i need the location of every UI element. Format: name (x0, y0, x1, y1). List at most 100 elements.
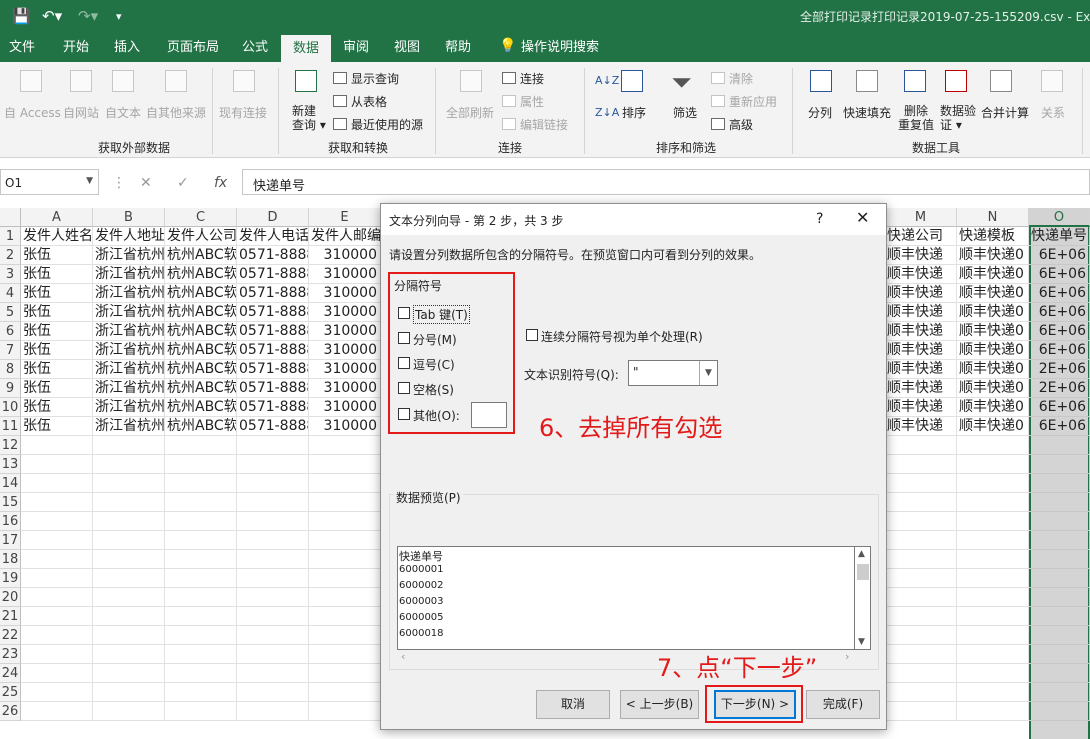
cell[interactable]: 浙江省杭州 (93, 322, 165, 341)
cell[interactable] (885, 645, 957, 664)
scroll-right-icon[interactable]: › (845, 650, 849, 663)
cell[interactable] (1029, 645, 1090, 664)
cell[interactable] (237, 531, 309, 550)
from-other-sources-button[interactable]: 自其他来源 (146, 104, 206, 121)
cell[interactable] (21, 550, 93, 569)
cell[interactable] (237, 664, 309, 683)
cell[interactable]: 发件人公司 (165, 227, 237, 246)
cell[interactable] (237, 455, 309, 474)
cell[interactable] (1029, 683, 1090, 702)
cell[interactable] (1029, 626, 1090, 645)
clear-button[interactable]: 清除 (729, 70, 753, 87)
cell[interactable]: 顺丰快递 (885, 303, 957, 322)
cell[interactable] (957, 512, 1029, 531)
cell[interactable] (237, 645, 309, 664)
cell[interactable]: 顺丰快递 (885, 322, 957, 341)
cell[interactable] (93, 474, 165, 493)
cell[interactable] (1029, 455, 1090, 474)
cell[interactable] (309, 550, 381, 569)
consolidate-button[interactable]: 合并计算 (981, 104, 1029, 121)
cell[interactable] (885, 436, 957, 455)
cell[interactable]: 6E+06 (1029, 265, 1090, 284)
cell[interactable] (165, 626, 237, 645)
cell[interactable] (309, 512, 381, 531)
cell[interactable] (957, 683, 1029, 702)
cell[interactable]: 310000 (309, 265, 381, 284)
cell[interactable] (93, 702, 165, 721)
cell[interactable] (165, 531, 237, 550)
cell[interactable] (93, 588, 165, 607)
tab-checkbox-label[interactable]: Tab 键(T) (413, 305, 470, 324)
cell[interactable] (1029, 607, 1090, 626)
insert-function-icon[interactable]: fx (214, 175, 227, 191)
row-header[interactable]: 16 (0, 512, 21, 531)
cell[interactable]: 0571-8888 (237, 322, 309, 341)
cell[interactable]: 张伍 (21, 284, 93, 303)
cell[interactable]: 顺丰快递0 (957, 360, 1029, 379)
sort-asc-icon[interactable]: A↓Z (595, 74, 619, 87)
cell[interactable] (165, 683, 237, 702)
cell[interactable] (1029, 474, 1090, 493)
cell[interactable]: 顺丰快递0 (957, 322, 1029, 341)
cell[interactable]: 杭州ABC软 (165, 284, 237, 303)
row-header[interactable]: 20 (0, 588, 21, 607)
cell[interactable]: 杭州ABC软 (165, 398, 237, 417)
cell[interactable] (21, 626, 93, 645)
cell[interactable] (309, 474, 381, 493)
edit-links-button[interactable]: 编辑链接 (520, 116, 568, 133)
space-checkbox-label[interactable]: 空格(S) (413, 381, 454, 398)
row-header[interactable]: 7 (0, 341, 21, 360)
tab-3[interactable]: 页面布局 (158, 33, 228, 62)
cell[interactable]: 6E+06 (1029, 322, 1090, 341)
column-header[interactable]: N (957, 208, 1029, 227)
cell[interactable] (309, 531, 381, 550)
cell[interactable]: 张伍 (21, 417, 93, 436)
cell[interactable] (93, 683, 165, 702)
cell[interactable] (885, 626, 957, 645)
scroll-down-icon[interactable]: ▼ (858, 637, 865, 647)
row-header[interactable]: 6 (0, 322, 21, 341)
tab-1[interactable]: 开始 (53, 33, 99, 62)
text-qualifier-select[interactable]: " ▼ (628, 360, 718, 386)
cell[interactable]: 0571-8888 (237, 265, 309, 284)
cell[interactable] (957, 607, 1029, 626)
cell[interactable]: 浙江省杭州 (93, 379, 165, 398)
cell[interactable] (885, 550, 957, 569)
cell[interactable] (21, 512, 93, 531)
name-box[interactable]: O1 ▼ (0, 169, 99, 195)
row-header[interactable]: 5 (0, 303, 21, 322)
cell[interactable]: 杭州ABC软 (165, 265, 237, 284)
cell[interactable]: 310000 (309, 341, 381, 360)
cell[interactable] (957, 455, 1029, 474)
other-checkbox[interactable] (398, 408, 410, 420)
cell[interactable] (309, 702, 381, 721)
cell[interactable] (1029, 493, 1090, 512)
show-query-button[interactable]: 显示查询 (351, 70, 399, 87)
cell[interactable]: 杭州ABC软 (165, 379, 237, 398)
column-header[interactable]: B (93, 208, 165, 227)
cell[interactable] (957, 626, 1029, 645)
cancel-button[interactable]: 取消 (536, 690, 610, 719)
cell[interactable]: 发件人邮编 (309, 227, 381, 246)
cell[interactable]: 0571-8888 (237, 341, 309, 360)
cell[interactable] (237, 512, 309, 531)
cell[interactable]: 6E+06 (1029, 341, 1090, 360)
cell[interactable]: 张伍 (21, 341, 93, 360)
tab-8[interactable]: 帮助 (435, 33, 481, 62)
cell[interactable] (93, 607, 165, 626)
cell[interactable]: 顺丰快递 (885, 379, 957, 398)
cell[interactable] (93, 512, 165, 531)
recent-sources-button[interactable]: 最近使用的源 (351, 116, 423, 133)
column-header[interactable]: A (21, 208, 93, 227)
save-icon[interactable]: 💾 (12, 7, 31, 25)
cell[interactable] (21, 664, 93, 683)
cell[interactable] (309, 436, 381, 455)
close-icon[interactable]: ✕ (856, 208, 869, 227)
tab-checkbox[interactable] (398, 307, 410, 319)
select-all-corner[interactable] (0, 208, 21, 227)
cell[interactable]: 顺丰快递0 (957, 284, 1029, 303)
redo-icon[interactable]: ↷▾ (78, 7, 98, 25)
cell[interactable] (885, 531, 957, 550)
cell[interactable] (1029, 569, 1090, 588)
column-header[interactable]: O (1029, 208, 1090, 227)
